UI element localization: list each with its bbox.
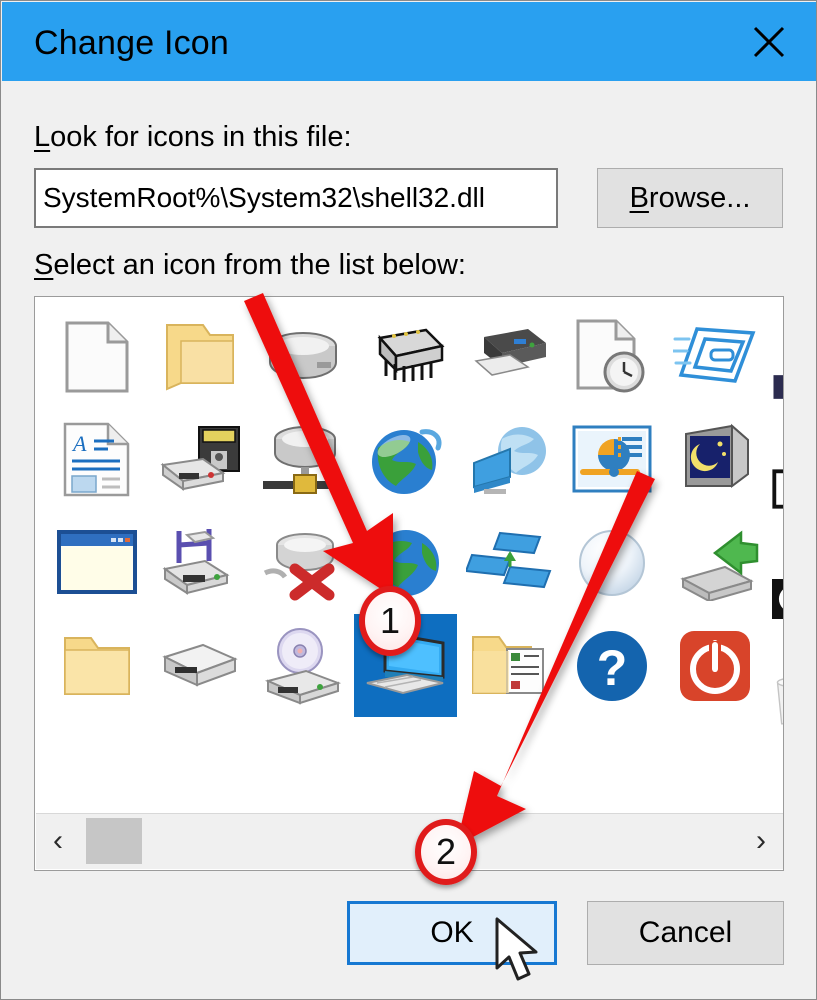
icon-item-help-question-icon[interactable]: ? [560, 614, 663, 717]
scrollbar-thumb[interactable] [86, 818, 142, 864]
icon-item-rich-text-document-icon[interactable]: A [45, 408, 148, 511]
change-icon-dialog: Change Icon Look for icons in this file:… [0, 0, 817, 1000]
mouse-cursor-icon [495, 917, 538, 981]
icon-item-shortcut-arrow-icon[interactable] [772, 437, 783, 540]
icon-item-network-workgroup-icon[interactable] [457, 511, 560, 614]
icon-item-battery-icon[interactable] [772, 335, 783, 438]
icon-item-network-computer-icon[interactable] [457, 408, 560, 511]
icon-item-disconnected-drive-icon[interactable] [251, 511, 354, 614]
icon-item-blue-window-stack-icon[interactable] [663, 305, 766, 408]
browse-label-rest: rowse... [648, 181, 751, 214]
annotation-badge-2: 2 [415, 819, 477, 885]
icon-item-recycle-bin-icon[interactable] [772, 649, 783, 752]
icon-list-label: Select an icon from the list below: [34, 249, 466, 282]
dialog-body: Look for icons in this file: Browse... S… [2, 81, 816, 999]
file-path-label-rest: ook for icons in this file: [50, 121, 352, 153]
icon-item-floppy-drive-icon[interactable] [148, 408, 251, 511]
icon-item-network-drive-icon[interactable] [251, 408, 354, 511]
file-path-label-accel: L [34, 121, 51, 153]
icon-item-application-window-icon[interactable] [45, 511, 148, 614]
icon-item-internet-globe-icon[interactable] [354, 408, 457, 511]
icon-item-recent-document-clock-icon[interactable] [560, 305, 663, 408]
cancel-button[interactable]: Cancel [587, 901, 784, 965]
file-path-label: Look for icons in this file: [34, 121, 352, 154]
icon-item-cd-drive-icon[interactable] [251, 614, 354, 717]
file-path-input[interactable] [34, 168, 558, 228]
icon-list-box[interactable]: A? ‹ › [34, 296, 784, 871]
horizontal-scrollbar[interactable]: ‹ › [36, 813, 783, 869]
window-title: Change Icon [34, 24, 230, 62]
browse-accel: B [629, 181, 649, 214]
icon-item-blank-document-icon[interactable] [45, 305, 148, 408]
icon-item-clock-black-icon[interactable] [772, 547, 783, 650]
icon-grid: A? [35, 297, 783, 797]
icon-list-label-accel: S [34, 249, 54, 281]
icon-item-memory-chip-icon[interactable] [354, 305, 457, 408]
icon-item-folder-documents-icon[interactable] [457, 614, 560, 717]
icon-item-green-arrow-drive-icon[interactable] [663, 511, 766, 614]
icon-item-printer-icon[interactable] [457, 305, 560, 408]
icon-item-folder-open-icon[interactable] [148, 305, 251, 408]
title-bar: Change Icon [2, 2, 816, 81]
close-icon[interactable] [721, 2, 816, 81]
icon-item-hard-disk-icon[interactable] [148, 614, 251, 717]
icon-item-control-panel-icon[interactable] [560, 408, 663, 511]
icon-item-sphere-ball-icon[interactable] [560, 511, 663, 614]
icon-item-hard-drive-icon[interactable] [251, 305, 354, 408]
svg-text:?: ? [596, 640, 627, 696]
icon-item-install-drive-icon[interactable] [148, 511, 251, 614]
browse-button[interactable]: Browse... [597, 168, 783, 228]
annotation-badge-1: 1 [359, 586, 421, 656]
svg-text:A: A [71, 431, 87, 456]
chevron-right-icon[interactable]: › [739, 814, 783, 868]
icon-item-folder-closed-icon[interactable] [45, 614, 148, 717]
icon-item-display-settings-icon[interactable] [663, 408, 766, 511]
chevron-left-icon[interactable]: ‹ [36, 814, 80, 868]
icon-item-shutdown-power-icon[interactable] [663, 614, 766, 717]
icon-list-label-rest: elect an icon from the list below: [53, 249, 466, 281]
